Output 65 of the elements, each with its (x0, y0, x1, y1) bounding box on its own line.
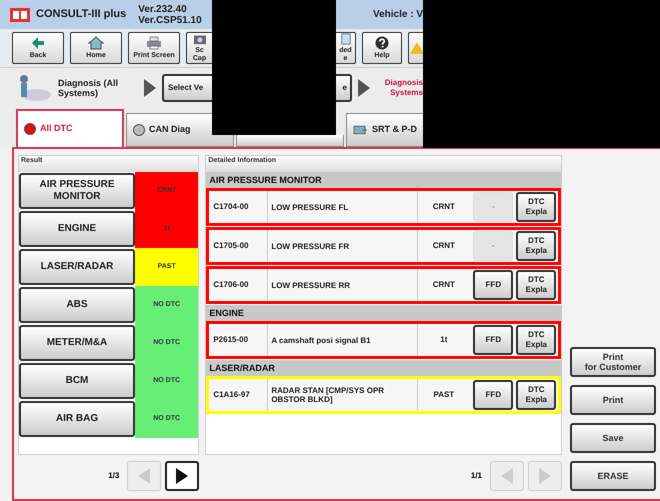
house-icon (88, 36, 104, 50)
action-button[interactable]: Save (570, 423, 656, 453)
dtc-explain-button[interactable]: DTC Expla (516, 192, 556, 222)
left-triangle-icon (501, 468, 513, 484)
dtc-status: CRNT (417, 230, 470, 262)
tab[interactable]: SRT & P-D (346, 113, 423, 147)
group-header: LASER/RADAR (206, 360, 561, 376)
dtc-description: A camshaft posi signal B1 (267, 324, 418, 356)
ffd-button[interactable]: FFD (473, 325, 514, 355)
page-indicator: 1/1 (470, 470, 482, 482)
dtc-status: CRNT (417, 191, 470, 223)
right-triangle-icon (539, 468, 551, 484)
dtc-description: LOW PRESSURE FL (267, 191, 418, 223)
action-button[interactable]: Print (570, 385, 656, 415)
warning-triangle-icon (408, 41, 424, 55)
help-icon (374, 36, 390, 50)
scan-tool-icon (353, 124, 368, 136)
dtc-code: C1706-00 (212, 279, 250, 291)
system-button[interactable]: ABS (19, 287, 135, 323)
step-button[interactable]: e (336, 74, 352, 102)
logo-icon (10, 8, 30, 22)
action-button[interactable]: Print for Customer (570, 347, 656, 377)
select-vehicle-button[interactable]: Select Ve (162, 74, 212, 102)
group-header: AIR PRESSURE MONITOR (206, 172, 561, 188)
next-page-button[interactable] (165, 461, 200, 491)
system-button[interactable]: LASER/RADAR (19, 249, 135, 285)
action-button[interactable]: ERASE (570, 461, 656, 491)
group-header: ENGINE (206, 305, 561, 321)
dtc-description: LOW PRESSURE RR (267, 269, 418, 301)
dtc-explain-button[interactable]: DTC Expla (516, 231, 556, 261)
ffd-button[interactable]: FFD (473, 380, 514, 410)
page-indicator: 1/3 (108, 470, 120, 482)
tab[interactable] (236, 135, 344, 147)
dtc-description: LOW PRESSURE FR (267, 230, 418, 262)
dtc-code: P2615-00 (212, 334, 250, 346)
version-text: Ver.232.40 Ver.CSP51.10 (138, 4, 202, 26)
camera-icon (192, 33, 208, 45)
dtc-status: 1t (417, 324, 470, 356)
dtc-explain-button[interactable]: DTC Expla (516, 380, 556, 410)
right-triangle-icon (176, 468, 188, 484)
printer-icon (146, 36, 162, 50)
step-arrow-icon (358, 78, 370, 96)
dtc-code: C1A16-97 (212, 389, 251, 401)
back-arrow-icon (30, 36, 46, 50)
ffd-button[interactable]: FFD (473, 270, 514, 300)
dtc-status: CRNT (417, 269, 470, 301)
vehicle-label: Vehicle : V (372, 8, 423, 22)
step-arrow-icon (144, 78, 156, 96)
dtc-explain-button[interactable]: DTC Expla (516, 270, 556, 300)
system-button[interactable]: AIR BAG (19, 401, 135, 437)
dtc-code: C1704-00 (212, 201, 250, 213)
system-button[interactable]: METER/M&A (19, 325, 135, 361)
current-step: Diagnosis Systems (376, 78, 423, 98)
system-button[interactable]: AIR PRESSURE MONITOR (19, 173, 135, 209)
toolbar-button[interactable] (408, 32, 424, 64)
dtc-status: PAST (417, 379, 470, 411)
dtc-code: C1705-00 (212, 240, 250, 252)
dtc-explain-button[interactable]: DTC Expla (516, 325, 556, 355)
system-button[interactable]: ENGINE (19, 211, 135, 247)
dtc-description: RADAR STAN [CMP/SYS OPR OBSTOR BLKD] (267, 379, 418, 411)
tab[interactable]: All DTC (16, 109, 124, 147)
system-button[interactable]: BCM (19, 363, 135, 399)
breadcrumb-step: Diagnosis (All Systems) (58, 78, 138, 98)
app-title: CONSULT-III plus (36, 7, 126, 22)
left-triangle-icon (138, 468, 150, 484)
